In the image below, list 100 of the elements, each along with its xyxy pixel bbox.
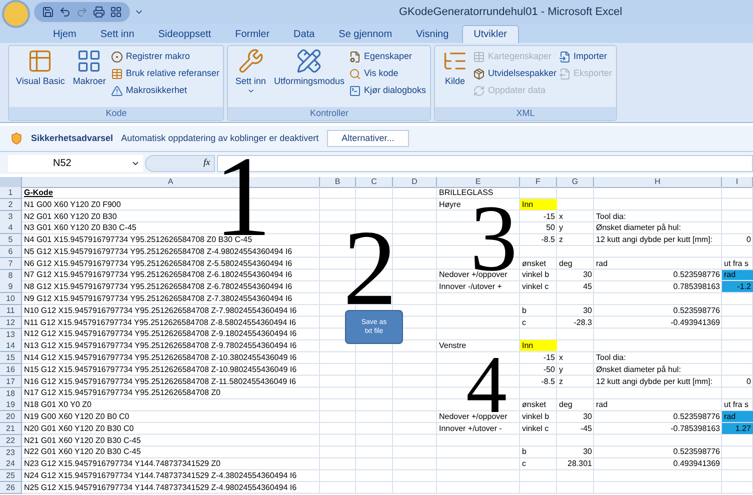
table-cell-text: N1 G00 X60 Y120 Z0 F900 [23, 198, 122, 210]
ribbon-tab[interactable]: Visning [405, 25, 460, 43]
table-cell-text: x [558, 352, 564, 363]
row-header[interactable]: 1 [0, 187, 22, 199]
ribbon-tab[interactable]: Sideoppsett [147, 25, 222, 43]
warning-icon [110, 84, 123, 96]
table-cell-text: x [558, 210, 564, 222]
table-cell-text: 0.523598776 [672, 446, 721, 458]
row-header[interactable]: 20 [0, 411, 22, 424]
ribbon-tab[interactable]: Hjem [42, 25, 88, 43]
row-header[interactable]: 6 [0, 246, 22, 258]
grid-icon [76, 48, 102, 74]
row-header[interactable]: 25 [0, 470, 22, 482]
table-cell-text: 0.523598776 [672, 270, 721, 280]
table-cell-text: N18 G01 X0 Y0 Z0 [23, 399, 92, 410]
column-header[interactable]: E [437, 177, 520, 188]
table-cell-text: -8.5 [540, 376, 556, 387]
table-cell-text: N17 G12 X15.9457916797734 Y95.2512626584708 Z0 [23, 388, 222, 398]
table-cell-text: 12 kutt angi dybde per kutt [mm]: [595, 376, 714, 387]
package-icon [472, 68, 485, 80]
ribbon-button[interactable]: Registrer makro [110, 49, 220, 64]
row-header[interactable]: 5 [0, 234, 22, 246]
row-header[interactable]: 17 [0, 376, 22, 388]
record-icon [110, 50, 123, 62]
row-header[interactable]: 15 [0, 352, 22, 364]
name-box[interactable]: N52 [8, 154, 143, 172]
table-cell-text: -28.3 [572, 316, 593, 328]
column-header[interactable]: C [356, 177, 393, 188]
row-header[interactable]: 3 [0, 210, 22, 223]
table-icon [27, 48, 54, 74]
table-cell-text: N11 G12 X15.9457916797734 Y95.2512626584708 Z-8.58024554360494 I6 [23, 316, 297, 328]
ribbon-tab[interactable]: Utvikler [462, 25, 520, 43]
undo-icon[interactable] [59, 6, 71, 18]
column-header[interactable]: G [557, 177, 594, 188]
row-header[interactable]: 22 [0, 434, 22, 447]
row-header[interactable]: 4 [0, 222, 22, 234]
table-cell-text: deg [558, 258, 574, 269]
table-cell-text: N22 G01 X60 Y120 Z0 B30 C-45 [23, 446, 142, 458]
table-cell: -1.2 [722, 281, 753, 292]
row-header[interactable]: 11 [0, 304, 22, 317]
table-cell-text: 0 [746, 234, 752, 245]
refresh-icon [472, 84, 485, 96]
column-header[interactable]: H [594, 177, 722, 188]
table-cell-text: vinkel c [521, 422, 550, 434]
row-header[interactable]: 24 [0, 458, 22, 470]
grid-icon[interactable] [110, 6, 122, 18]
row-header[interactable]: 7 [0, 258, 22, 270]
security-message: Automatisk oppdatering av koblinger er deaktivert [121, 132, 319, 145]
table-cell-text: -15 [542, 352, 556, 363]
ribbon-button[interactable]: Vis kode [348, 66, 426, 81]
table-cell-text: BRILLEGLASS [438, 187, 494, 198]
row-header[interactable]: 16 [0, 364, 22, 376]
file-export-icon [558, 68, 571, 80]
ribbon-tab[interactable]: Se gjennom [328, 25, 404, 43]
column-header[interactable]: B [320, 177, 356, 188]
options-button[interactable]: Alternativer... [326, 130, 410, 147]
ribbon-button[interactable]: Kjør dialogboks [348, 83, 426, 98]
table-cell-text: y [558, 222, 564, 234]
ribbon-button[interactable]: Makroer [70, 48, 109, 107]
ribbon-button[interactable]: Kilde [438, 48, 471, 107]
row-header[interactable]: 9 [0, 281, 22, 294]
row-header[interactable]: 8 [0, 270, 22, 282]
row-header[interactable]: 13 [0, 328, 22, 341]
table-cell-text: N9 G12 X15.9457916797734 Y95.2512626584708 Z-7.38024554360494 I6 [23, 293, 294, 304]
ribbon-button[interactable]: Makrosikkerhet [110, 83, 220, 98]
ribbon-button[interactable]: Egenskaper [348, 49, 426, 64]
column-header[interactable]: D [393, 177, 437, 188]
row-header[interactable]: 10 [0, 293, 22, 306]
ribbon-button[interactable]: Utvidelsespakker [472, 66, 557, 81]
row-header[interactable]: 26 [0, 482, 22, 494]
save-icon[interactable] [42, 6, 54, 18]
table-cell-text: rad [595, 399, 609, 410]
file-import-icon [558, 50, 571, 62]
table-cell-text: -45 [579, 422, 593, 434]
row-header[interactable]: 21 [0, 422, 22, 435]
row-header[interactable]: 12 [0, 316, 22, 329]
table-cell-text: Ønsket diameter på hul: [595, 364, 682, 375]
column-header[interactable]: F [520, 177, 557, 188]
table-cell-text: 12 kutt angi dybde per kutt [mm]: [595, 234, 714, 245]
table-cell-text: deg [558, 399, 574, 410]
table-cell-text: 30 [582, 304, 593, 316]
ribbon-button[interactable]: Visual Basic [13, 48, 68, 107]
row-header[interactable]: 2 [0, 198, 22, 211]
ribbon-tab[interactable]: Sett inn [89, 25, 146, 43]
ribbon-tab[interactable]: Data [282, 25, 326, 43]
row-header[interactable]: 23 [0, 446, 22, 459]
ribbon-button[interactable]: Bruk relative referanser [110, 66, 220, 81]
function-button[interactable]: fx [145, 154, 215, 172]
printer-icon[interactable] [93, 6, 105, 18]
table-cell-text: 0.785398163 [672, 281, 721, 292]
ribbon-button[interactable]: Importer [558, 49, 612, 64]
ribbon-button[interactable]: Sett inn [232, 48, 269, 107]
pencil-ruler-icon [296, 48, 322, 74]
row-header[interactable]: 19 [0, 399, 22, 412]
row-header[interactable]: 18 [0, 388, 22, 400]
column-header[interactable]: I [722, 177, 753, 188]
ribbon-tab[interactable]: Formler [224, 25, 281, 43]
table-cell-text: N15 G12 X15.9457916797734 Y95.2512626584708 Z-10.9802455436049 I6 [23, 364, 298, 375]
ribbon-button[interactable]: Utformingsmodus [270, 48, 347, 107]
row-header[interactable]: 14 [0, 340, 22, 352]
